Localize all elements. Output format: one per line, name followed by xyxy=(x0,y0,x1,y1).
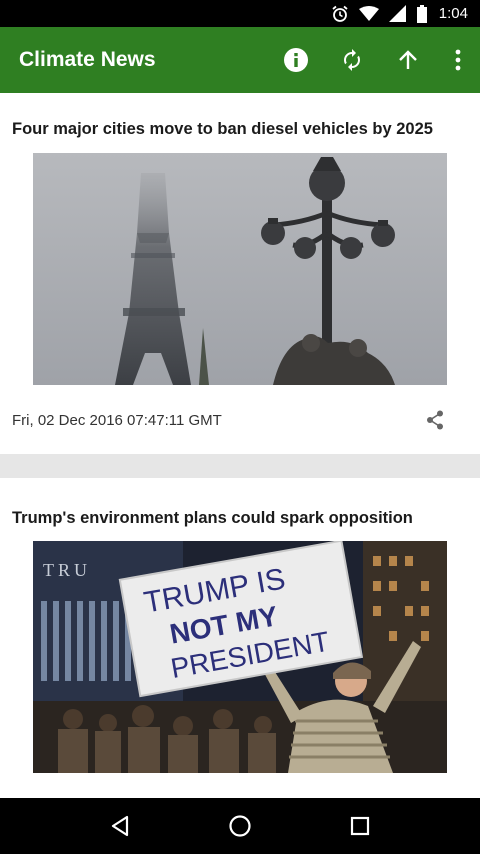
building-letters: TRU xyxy=(43,560,91,580)
app-title: Climate News xyxy=(19,48,156,71)
back-button[interactable] xyxy=(90,798,150,854)
info-icon xyxy=(284,48,308,72)
article-card[interactable]: Trump's environment plans could spark op… xyxy=(0,478,480,798)
eiffel-tower-fog-photo xyxy=(33,153,447,385)
info-button[interactable] xyxy=(268,27,324,93)
article-date: Fri, 02 Dec 2016 07:47:11 GMT xyxy=(12,412,222,429)
more-vert-icon xyxy=(455,49,461,71)
home-button[interactable] xyxy=(210,798,270,854)
scroll-top-button[interactable] xyxy=(380,27,436,93)
share-icon xyxy=(427,410,443,430)
signal-icon xyxy=(388,5,406,22)
card-divider xyxy=(0,454,480,478)
app-bar: Climate News xyxy=(0,27,480,93)
more-options-button[interactable] xyxy=(436,27,480,93)
share-button[interactable] xyxy=(421,406,449,434)
recents-button[interactable] xyxy=(330,798,390,854)
article-image[interactable] xyxy=(33,153,447,385)
news-feed[interactable]: Four major cities move to ban diesel veh… xyxy=(0,93,480,798)
alarm-icon xyxy=(332,5,348,22)
recents-icon xyxy=(350,816,370,836)
article-title[interactable]: Trump's environment plans could spark op… xyxy=(0,509,413,528)
status-bar: 1:04 xyxy=(0,0,480,27)
system-nav-bar xyxy=(0,798,480,854)
article-title[interactable]: Four major cities move to ban diesel veh… xyxy=(0,120,433,139)
article-image[interactable]: TRU TRUMP IS NOT MY PRESIDENT xyxy=(33,541,447,773)
wifi-icon xyxy=(358,5,379,21)
status-time: 1:04 xyxy=(438,5,468,22)
article-card[interactable]: Four major cities move to ban diesel veh… xyxy=(0,93,480,454)
refresh-button[interactable] xyxy=(324,27,380,93)
home-icon xyxy=(229,815,251,837)
battery-icon xyxy=(416,4,427,23)
refresh-icon xyxy=(344,49,360,71)
protest-photo: TRU TRUMP IS NOT MY PRESIDENT xyxy=(33,541,447,773)
app-actions xyxy=(268,27,480,93)
back-icon xyxy=(111,815,129,837)
arrow-up-icon xyxy=(399,50,417,69)
